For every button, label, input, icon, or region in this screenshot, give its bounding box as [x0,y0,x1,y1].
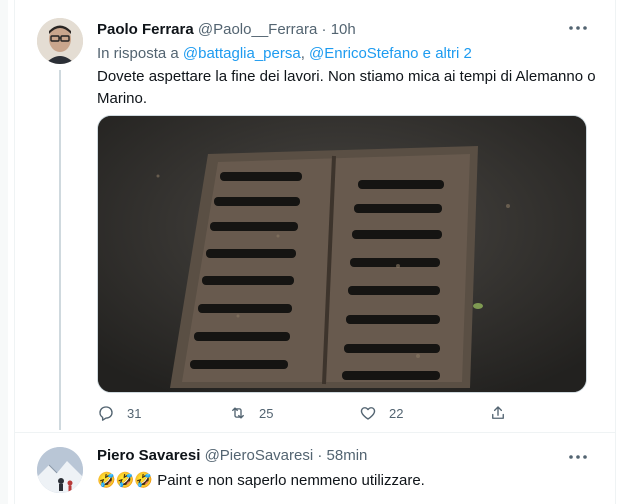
author-name[interactable]: Paolo Ferrara [97,21,194,38]
avatar[interactable] [37,447,83,493]
retweet-icon [232,407,244,419]
tweet-header: Paolo Ferrara @Paolo__Ferrara · 10h [97,20,356,40]
reply-button[interactable]: 31 [97,402,141,424]
tweet-actions: 31 25 22 [97,402,517,424]
author-handle[interactable]: @PieroSavaresi [205,447,314,464]
reply-others-link[interactable]: altri 2 [435,45,472,62]
reply-count: 31 [127,405,142,421]
more-options-icon[interactable] [565,18,591,38]
tweet-text: Dovete aspettare la fine dei lavori. Non… [97,68,596,107]
like-button[interactable]: 22 [359,402,403,424]
more-options-icon[interactable] [565,447,591,467]
timeline: Paolo Ferrara @Paolo__Ferrara · 10h In r… [14,0,616,504]
share-icon [492,406,504,419]
reply-icon [99,406,113,421]
timestamp[interactable]: 58min [327,447,368,464]
thread-line [59,70,61,430]
like-count: 22 [389,405,404,421]
tweet[interactable]: Paolo Ferrara @Paolo__Ferrara · 10h In r… [15,0,615,433]
timestamp[interactable]: 10h [331,21,356,38]
reply-conj: e [422,45,432,62]
separator: · [321,21,327,38]
emoji: 🤣🤣🤣 [97,472,154,489]
separator: · [317,447,323,464]
tweet-image[interactable] [97,115,587,393]
author-name[interactable]: Piero Savaresi [97,447,200,464]
tweet-text-body: Paint e non saperlo nemmeno utilizzare. [157,472,425,489]
reply-context: In risposta a @battaglia_persa, @EnricoS… [97,45,472,62]
retweet-button[interactable]: 25 [229,402,273,424]
share-button[interactable] [489,402,507,424]
heart-icon [360,407,376,420]
tweet[interactable]: Piero Savaresi @PieroSavaresi · 58min 🤣🤣… [15,433,615,504]
retweet-count: 25 [259,405,274,421]
mention-link[interactable]: @battaglia_persa [183,45,301,62]
author-handle[interactable]: @Paolo__Ferrara [198,21,317,38]
reply-prefix: In risposta a [97,45,179,62]
tweet-text: 🤣🤣🤣 Paint e non saperlo nemmeno utilizza… [97,470,597,492]
left-gutter [0,0,8,504]
tweet-header: Piero Savaresi @PieroSavaresi · 58min [97,446,367,466]
mention-link[interactable]: @EnricoStefano [309,45,418,62]
avatar[interactable] [37,18,83,64]
